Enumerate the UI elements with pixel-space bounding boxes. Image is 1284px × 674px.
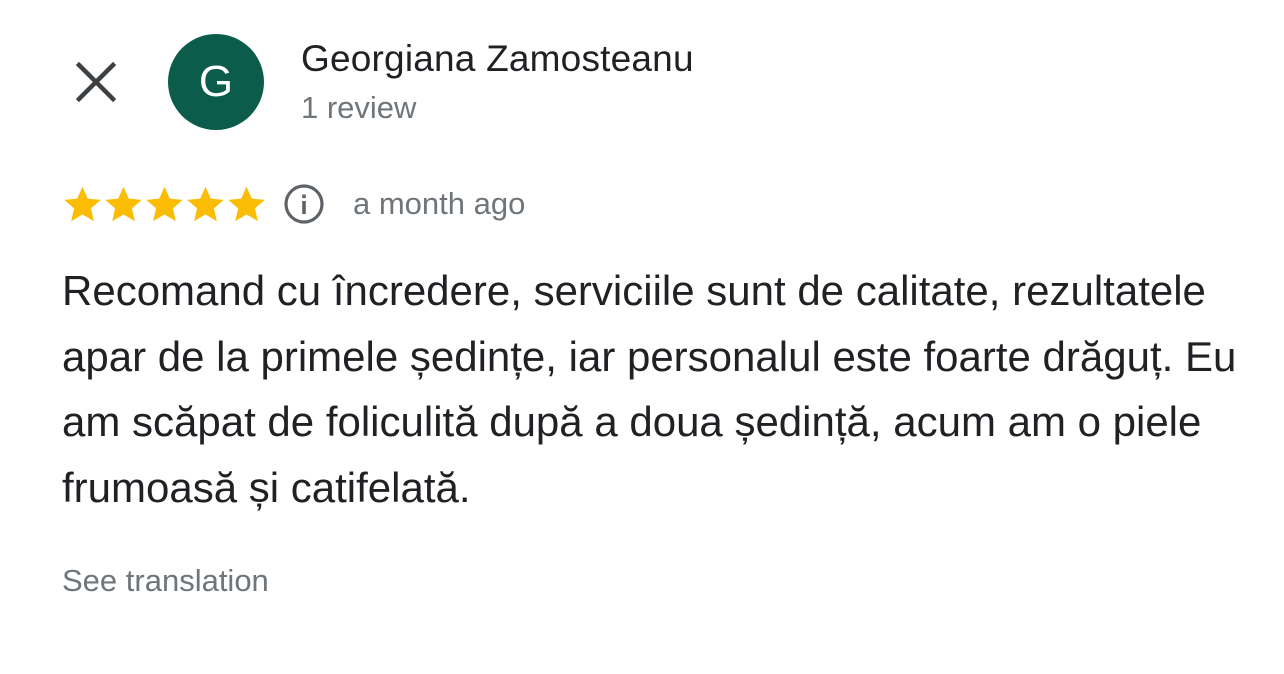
avatar-initial: G (198, 57, 234, 106)
avatar[interactable]: G (168, 34, 264, 130)
review-text: Recomand cu încredere, serviciile sunt d… (62, 267, 1237, 511)
info-button[interactable] (281, 181, 327, 227)
star-icon (187, 186, 224, 221)
close-icon (75, 61, 117, 103)
rating-row: a month ago (62, 178, 525, 230)
star-icon (228, 186, 265, 221)
review-count: 1 review (301, 90, 417, 125)
reviewer-name[interactable]: Georgiana Zamosteanu (301, 38, 694, 80)
info-icon (284, 184, 324, 224)
star-icon (146, 186, 183, 221)
review-card: G Georgiana Zamosteanu 1 review a month … (0, 0, 1284, 674)
see-translation-link[interactable]: See translation (62, 563, 269, 599)
star-icon (64, 186, 101, 221)
star-rating (62, 184, 267, 225)
star-icon (105, 186, 142, 221)
close-button[interactable] (66, 52, 126, 112)
review-time: a month ago (353, 186, 526, 221)
